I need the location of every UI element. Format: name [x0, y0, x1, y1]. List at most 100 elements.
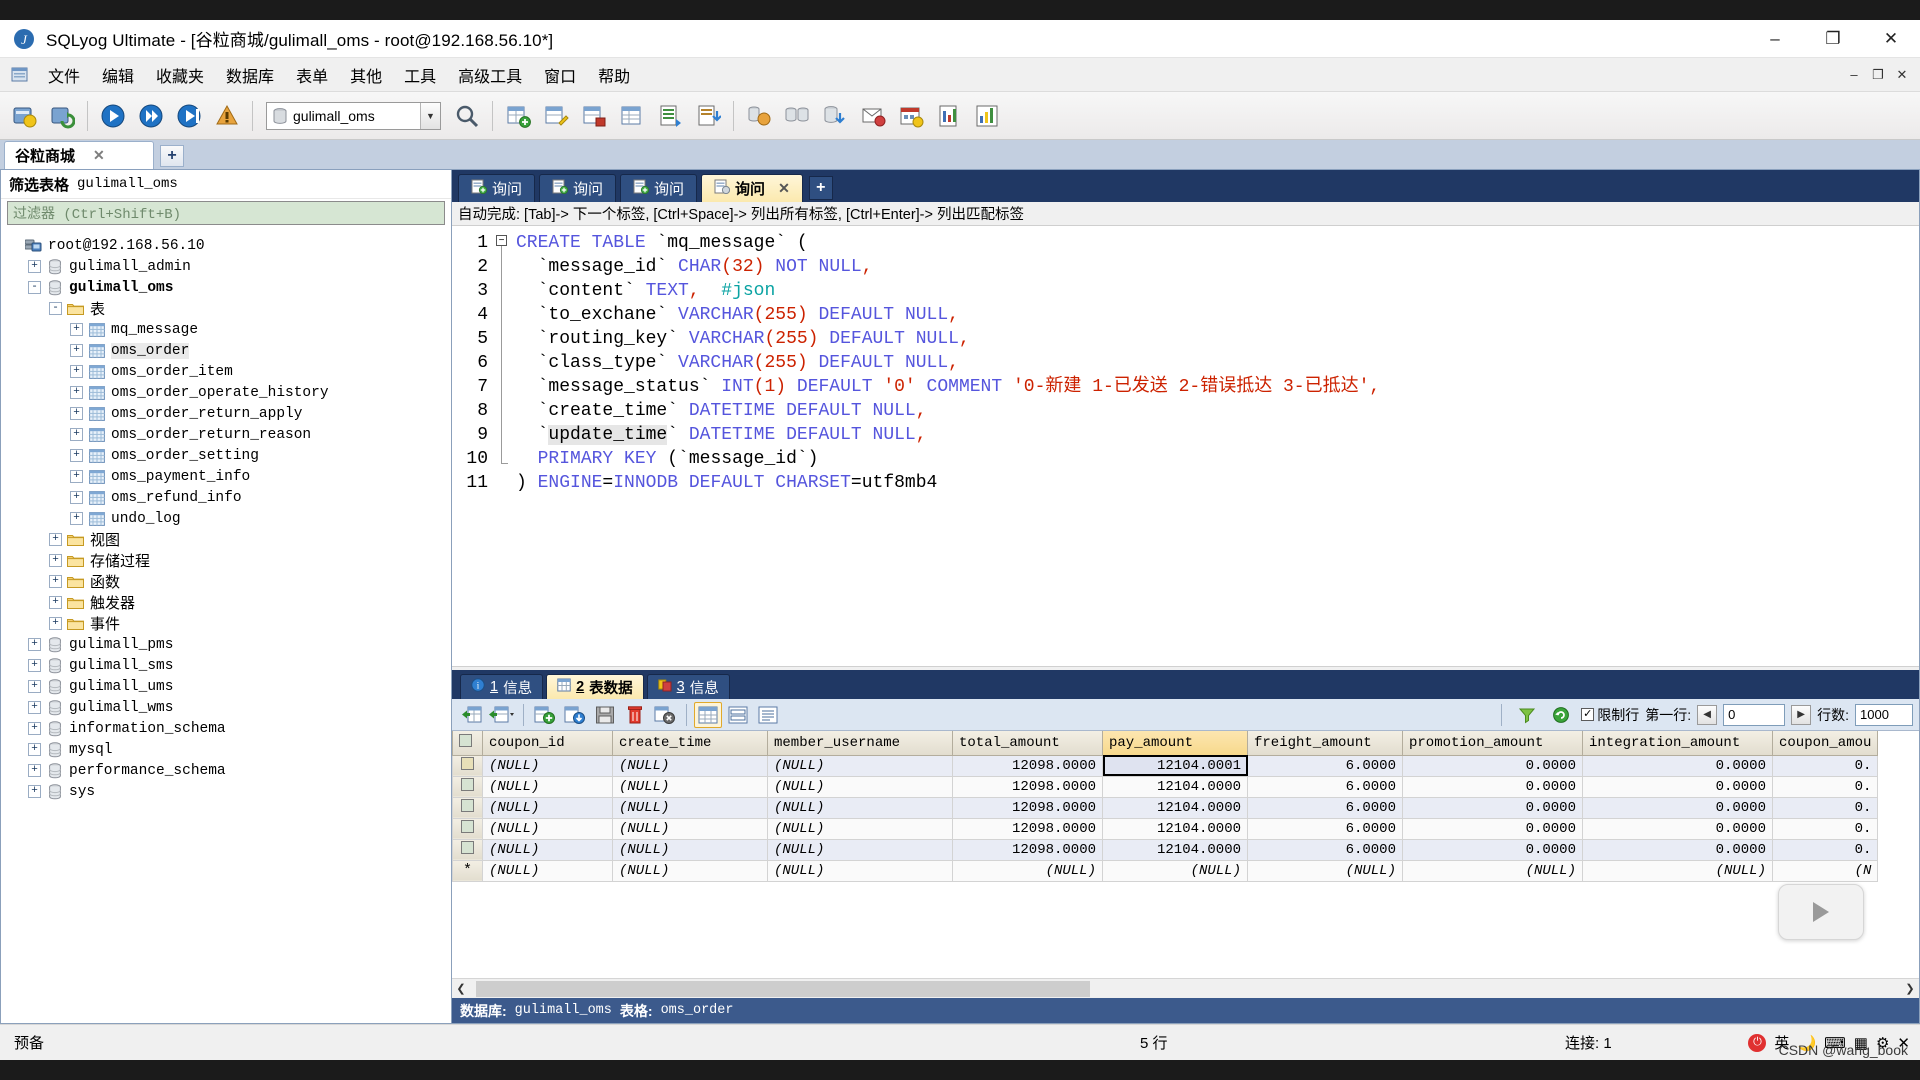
tree-node[interactable]: + mysql [1, 739, 451, 760]
menu-advanced-tools[interactable]: 高级工具 [448, 60, 532, 90]
cell-promotion_amount[interactable]: 0.0000 [1402, 838, 1583, 861]
minimize-button[interactable]: – [1746, 20, 1804, 58]
tree-expand-icon[interactable]: + [70, 470, 83, 483]
mdi-restore-button[interactable]: ❐ [1866, 64, 1890, 86]
sql-editor[interactable]: 1 2 3 4 5 6 7 8 9 10 11 − CREATE TABLE `mq_message… [452, 226, 1919, 666]
cell-pay_amount[interactable]: 12104.0001 [1102, 754, 1248, 777]
tree-expand-icon[interactable]: + [49, 596, 62, 609]
cell-pay_amount[interactable]: 12104.0000 [1102, 838, 1248, 861]
table-row[interactable]: * (NULL) (NULL) (NULL) (NULL) (NULL) (NULL) (NU… [452, 859, 1879, 882]
tree-expand-icon[interactable]: + [28, 722, 41, 735]
scroll-left-icon[interactable]: ❮ [452, 980, 470, 998]
sql-line[interactable]: `to_exchane` VARCHAR(255) DEFAULT NULL, [516, 303, 1919, 327]
tree-node[interactable]: + oms_order_operate_history [1, 382, 451, 403]
limit-rows-checkbox[interactable]: ✓ 限制行 [1581, 705, 1639, 725]
sql-line[interactable]: `update_time` DATETIME DEFAULT NULL, [516, 423, 1919, 447]
backup-icon[interactable] [817, 96, 853, 136]
data-grid[interactable]: coupon_id create_time member_username total… [452, 731, 1919, 978]
cell-total_amount[interactable]: 12098.0000 [952, 817, 1103, 840]
row-selector[interactable] [452, 775, 483, 798]
cell-integration_amount[interactable]: 0.0000 [1582, 796, 1773, 819]
cell-integration_amount[interactable]: 0.0000 [1582, 817, 1773, 840]
row-selector[interactable]: * [452, 859, 483, 882]
mdi-minimize-button[interactable]: – [1842, 64, 1866, 86]
cell-coupon_id[interactable]: (NULL) [482, 796, 613, 819]
tree-expand-icon[interactable]: + [70, 344, 83, 357]
chart-icon[interactable] [969, 96, 1005, 136]
tree-node[interactable]: + oms_order [1, 340, 451, 361]
tree-expand-icon[interactable]: + [49, 554, 62, 567]
tree-node[interactable]: + 触发器 [1, 592, 451, 613]
cell-pay_amount[interactable]: 12104.0000 [1102, 775, 1248, 798]
cell-freight_amount[interactable]: 6.0000 [1247, 754, 1403, 777]
menu-file[interactable]: 文件 [38, 60, 90, 90]
cell-promotion_amount[interactable]: (NULL) [1402, 859, 1583, 882]
table-row[interactable]: (NULL) (NULL) (NULL) 12098.0000 12104.0000 6.… [452, 796, 1879, 819]
stop-query-icon[interactable] [209, 96, 245, 136]
cell-create_time[interactable]: (NULL) [612, 817, 768, 840]
row-checkbox[interactable] [461, 777, 474, 791]
menu-window[interactable]: 窗口 [534, 60, 586, 90]
new-table-icon[interactable] [500, 96, 536, 136]
cell-promotion_amount[interactable]: 0.0000 [1402, 796, 1583, 819]
cell-promotion_amount[interactable]: 0.0000 [1402, 775, 1583, 798]
menu-tools[interactable]: 工具 [394, 60, 446, 90]
cell-integration_amount[interactable]: 0.0000 [1582, 775, 1773, 798]
cell-coupon_amou[interactable]: 0. [1771, 775, 1879, 798]
grid-view-icon[interactable] [694, 701, 722, 728]
data-grid-table[interactable]: coupon_id create_time member_username total… [452, 731, 1879, 882]
insert-row-icon[interactable] [531, 702, 559, 728]
tree-expand-icon[interactable]: + [70, 428, 83, 441]
cell-coupon_id[interactable]: (NULL) [482, 817, 613, 840]
fold-column[interactable]: − [494, 226, 516, 666]
tree-node[interactable]: + oms_order_setting [1, 445, 451, 466]
tree-expand-icon[interactable]: + [49, 575, 62, 588]
tree-expand-icon[interactable]: + [70, 323, 83, 336]
tree-node[interactable]: -表 [1, 298, 451, 319]
row-checkbox[interactable] [461, 756, 474, 770]
query-tab-3[interactable]: 询问 [620, 174, 698, 202]
export-csv-icon[interactable] [652, 96, 688, 136]
sql-line[interactable]: PRIMARY KEY (`message_id`) [516, 447, 1919, 471]
sql-line[interactable]: `class_type` VARCHAR(255) DEFAULT NULL, [516, 351, 1919, 375]
scroll-right-icon[interactable]: ❯ [1901, 980, 1919, 998]
query-tab-1[interactable]: 询问 [458, 174, 536, 202]
execute-query-icon[interactable] [95, 96, 131, 136]
tree-expand-icon[interactable]: + [49, 617, 62, 630]
cell-pay_amount[interactable]: (NULL) [1102, 859, 1248, 882]
sql-line[interactable]: ) ENGINE=INNODB DEFAULT CHARSET=utf8mb4 [516, 471, 1919, 495]
ime-power-icon[interactable]: ⏻ [1748, 1033, 1767, 1052]
row-checkbox[interactable] [461, 840, 474, 854]
object-tree[interactable]: root@192.168.56.10 + gulimall_admin - gulima… [1, 229, 451, 1023]
row-checkbox[interactable] [461, 798, 474, 812]
tree-node[interactable]: + gulimall_wms [1, 697, 451, 718]
cell-member_username[interactable]: (NULL) [767, 859, 953, 882]
collapse-icon[interactable]: − [496, 235, 507, 246]
column-header-freight_amount[interactable]: freight_amount [1247, 731, 1403, 756]
tree-node[interactable]: + 函数 [1, 571, 451, 592]
tree-expand-icon[interactable]: + [28, 260, 41, 273]
cell-freight_amount[interactable]: 6.0000 [1247, 817, 1403, 840]
query-tab-4-active[interactable]: 询问 ✕ [701, 174, 803, 202]
table-row[interactable]: (NULL) (NULL) (NULL) 12098.0000 12104.0000 6.… [452, 838, 1879, 861]
tree-node[interactable]: + undo_log [1, 508, 451, 529]
cell-coupon_id[interactable]: (NULL) [482, 775, 613, 798]
cell-freight_amount[interactable]: 6.0000 [1247, 796, 1403, 819]
report-icon[interactable] [931, 96, 967, 136]
tree-expand-icon[interactable]: + [28, 659, 41, 672]
cell-promotion_amount[interactable]: 0.0000 [1402, 754, 1583, 777]
next-page-button[interactable]: ▶ [1791, 704, 1812, 725]
cell-integration_amount[interactable]: 0.0000 [1582, 838, 1773, 861]
filter-icon[interactable] [1513, 702, 1541, 728]
table-row[interactable]: (NULL) (NULL) (NULL) 12098.0000 12104.0000 6.… [452, 817, 1879, 840]
cell-member_username[interactable]: (NULL) [767, 838, 953, 861]
cell-member_username[interactable]: (NULL) [767, 796, 953, 819]
menu-favorites[interactable]: 收藏夹 [146, 60, 214, 90]
cell-freight_amount[interactable]: (NULL) [1247, 859, 1403, 882]
insert-row-icon[interactable] [576, 96, 612, 136]
alter-table-icon[interactable] [538, 96, 574, 136]
menu-database[interactable]: 数据库 [216, 60, 284, 90]
chevron-down-icon[interactable]: ▼ [420, 102, 440, 129]
cell-member_username[interactable]: (NULL) [767, 754, 953, 777]
cell-promotion_amount[interactable]: 0.0000 [1402, 817, 1583, 840]
